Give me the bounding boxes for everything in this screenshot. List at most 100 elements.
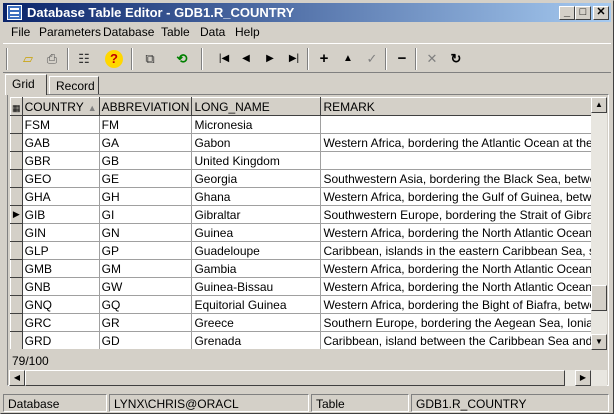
cell-abbreviation[interactable]: GW	[99, 277, 193, 296]
data-grid[interactable]: ▦ COUNTRY ▲ ABBREVIATION LONG_NAME REMARK…	[10, 97, 606, 349]
grid-corner[interactable]: ▦	[10, 97, 23, 116]
scroll-left-icon[interactable]: ◀	[9, 370, 25, 386]
cell-remark[interactable]	[320, 115, 606, 134]
cell-long-name[interactable]: Guinea-Bissau	[191, 277, 322, 296]
close-button[interactable]: ✕	[593, 6, 609, 20]
prior-record-icon[interactable]: ◀	[235, 48, 257, 70]
cell-country[interactable]: GEO	[22, 169, 100, 188]
menu-table[interactable]: Table	[161, 25, 190, 39]
cell-country[interactable]: GRD	[22, 331, 100, 349]
horizontal-scroll-thumb[interactable]	[25, 370, 565, 386]
cell-remark[interactable]: Caribbean, islands in the eastern Caribb…	[320, 241, 606, 260]
scroll-right-icon[interactable]: ▶	[575, 370, 591, 386]
table-row[interactable]: GRD GD Grenada Caribbean, island between th…	[10, 331, 606, 349]
vertical-scrollbar[interactable]: ▲ ▼	[591, 97, 607, 350]
cell-abbreviation[interactable]: GM	[99, 259, 193, 278]
table-row[interactable]: GAB GA Gabon Western Africa, bordering the …	[10, 133, 606, 152]
current-row-indicator-icon[interactable]: ▶	[10, 205, 23, 224]
row-indicator[interactable]	[10, 151, 23, 170]
edit-record-icon[interactable]: ▲	[337, 48, 359, 70]
cell-long-name[interactable]: Gabon	[191, 133, 322, 152]
scroll-up-icon[interactable]: ▲	[591, 97, 607, 113]
cell-long-name[interactable]: Gibraltar	[191, 205, 322, 224]
cell-long-name[interactable]: Guadeloupe	[191, 241, 322, 260]
cell-long-name[interactable]: United Kingdom	[191, 151, 322, 170]
row-indicator[interactable]	[10, 169, 23, 188]
delete-record-icon[interactable]: −	[391, 48, 413, 70]
column-header-country[interactable]: COUNTRY ▲	[21, 97, 100, 116]
cell-remark[interactable]: Western Africa, bordering the North Atla…	[320, 259, 606, 278]
cell-country[interactable]: GMB	[22, 259, 100, 278]
table-row[interactable]: GEO GE Georgia Southwestern Asia, bordering…	[10, 169, 606, 188]
cell-long-name[interactable]: Gambia	[191, 259, 322, 278]
cell-abbreviation[interactable]: GA	[99, 133, 193, 152]
open-folder-icon[interactable]: ▱	[17, 48, 39, 70]
cell-remark[interactable]: Western Africa, bordering the Gulf of Gu…	[320, 187, 606, 206]
cell-remark[interactable]: Southwestern Asia, bordering the Black S…	[320, 169, 606, 188]
row-indicator[interactable]	[10, 133, 23, 152]
cell-country[interactable]: GNQ	[22, 295, 100, 314]
table-row[interactable]: FSM FM Micronesia	[10, 115, 606, 134]
cell-long-name[interactable]: Greece	[191, 313, 322, 332]
cell-long-name[interactable]: Grenada	[191, 331, 322, 349]
column-header-abbreviation[interactable]: ABBREVIATION	[98, 97, 193, 116]
column-header-long-name[interactable]: LONG_NAME	[191, 97, 322, 116]
cell-remark[interactable]: Western Africa, bordering the North Atla…	[320, 223, 606, 242]
menu-file[interactable]: File	[11, 25, 30, 39]
cell-country[interactable]: FSM	[22, 115, 100, 134]
cell-remark[interactable]: Southern Europe, bordering the Aegean Se…	[320, 313, 606, 332]
table-row[interactable]: GNB GW Guinea-Bissau Western Africa, border…	[10, 277, 606, 296]
row-indicator[interactable]	[10, 259, 23, 278]
cell-remark[interactable]	[320, 151, 606, 170]
refresh-icon[interactable]: ⟲	[171, 48, 193, 70]
cell-country[interactable]: GIN	[22, 223, 100, 242]
table-row[interactable]: GLP GP Guadeloupe Caribbean, islands in the…	[10, 241, 606, 260]
cell-abbreviation[interactable]: GR	[99, 313, 193, 332]
row-indicator[interactable]	[10, 277, 23, 296]
table-row[interactable]: GIN GN Guinea Western Africa, bordering the…	[10, 223, 606, 242]
cell-remark[interactable]: Western Africa, bordering the Atlantic O…	[320, 133, 606, 152]
cell-country[interactable]: GBR	[22, 151, 100, 170]
row-indicator[interactable]	[10, 331, 23, 349]
cell-remark[interactable]: Caribbean, island between the Caribbean …	[320, 331, 606, 349]
tab-record[interactable]: Record	[49, 76, 99, 95]
row-indicator[interactable]	[10, 241, 23, 260]
cell-abbreviation[interactable]: GI	[99, 205, 193, 224]
table-row[interactable]: ▶ GIB GI Gibraltar Southwestern Europe, bord…	[10, 205, 606, 224]
cell-abbreviation[interactable]: GP	[99, 241, 193, 260]
tab-grid[interactable]: Grid	[5, 74, 47, 95]
cell-country[interactable]: GIB	[22, 205, 100, 224]
horizontal-scrollbar[interactable]: ◀ ▶	[9, 370, 607, 386]
minimize-button[interactable]: _	[559, 6, 575, 20]
properties-icon[interactable]: ☷	[73, 48, 95, 70]
row-indicator[interactable]	[10, 115, 23, 134]
cell-long-name[interactable]: Ghana	[191, 187, 322, 206]
maximize-button[interactable]: □	[575, 6, 591, 20]
cell-long-name[interactable]: Georgia	[191, 169, 322, 188]
cell-remark[interactable]: Western Africa, bordering the North Atla…	[320, 277, 606, 296]
cell-long-name[interactable]: Equitorial Guinea	[191, 295, 322, 314]
table-row[interactable]: GNQ GQ Equitorial Guinea Western Africa, bo…	[10, 295, 606, 314]
cell-abbreviation[interactable]: GB	[99, 151, 193, 170]
insert-record-icon[interactable]: +	[313, 48, 335, 70]
cell-abbreviation[interactable]: GN	[99, 223, 193, 242]
cell-abbreviation[interactable]: GH	[99, 187, 193, 206]
cancel-edit-icon[interactable]: ✕	[421, 48, 443, 70]
refresh-data-icon[interactable]: ↻	[445, 48, 467, 70]
cell-country[interactable]: GLP	[22, 241, 100, 260]
cell-country[interactable]: GHA	[22, 187, 100, 206]
row-indicator[interactable]	[10, 295, 23, 314]
last-record-icon[interactable]: ▶|	[283, 48, 305, 70]
cell-remark[interactable]: Southwestern Europe, bordering the Strai…	[320, 205, 606, 224]
title-bar[interactable]: Database Table Editor - GDB1.R_COUNTRY _…	[3, 3, 611, 22]
row-indicator[interactable]	[10, 223, 23, 242]
cell-country[interactable]: GNB	[22, 277, 100, 296]
app-table-icon[interactable]	[7, 5, 22, 20]
first-record-icon[interactable]: |◀	[213, 48, 235, 70]
next-record-icon[interactable]: ▶	[259, 48, 281, 70]
cell-remark[interactable]: Western Africa, bordering the Bight of B…	[320, 295, 606, 314]
cell-abbreviation[interactable]: GE	[99, 169, 193, 188]
cell-abbreviation[interactable]: GQ	[99, 295, 193, 314]
row-indicator[interactable]	[10, 313, 23, 332]
menu-data[interactable]: Data	[200, 25, 225, 39]
